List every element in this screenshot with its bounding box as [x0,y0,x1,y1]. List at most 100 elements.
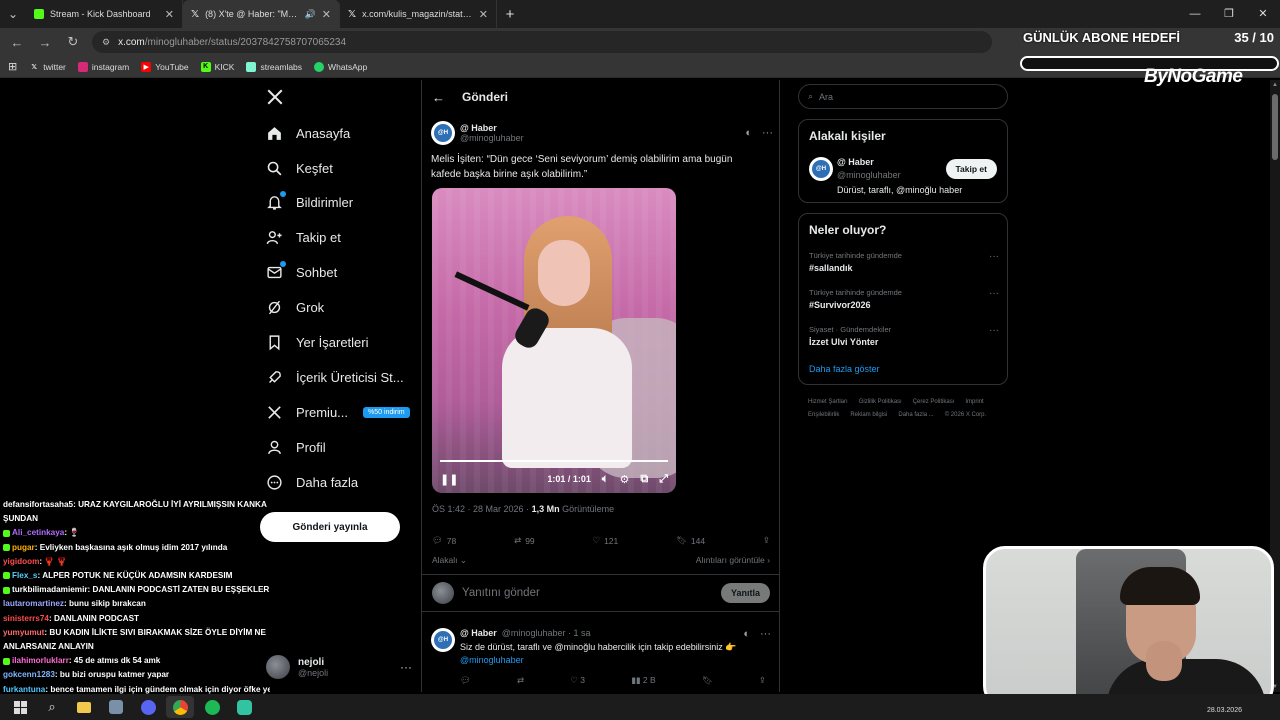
sort-dropdown[interactable]: Alakalı ⌄ [432,555,467,566]
browser-tab-x[interactable]: 𝕏 x.com/kulis_magazin/status/20 ✕ [340,0,497,28]
more-horizontal-icon[interactable]: ··· [989,325,999,336]
bookmark-whatsapp[interactable]: WhatsApp [314,61,367,72]
spotify-icon[interactable] [198,696,226,718]
settings-icon[interactable]: ⚙ [619,473,629,486]
nav-chat[interactable]: Sohbet [266,260,337,283]
close-icon[interactable]: ✕ [322,8,331,21]
nav-profile[interactable]: Profil [266,436,326,458]
site-info-icon[interactable]: ⚙ [102,37,110,48]
nav-follow[interactable]: Takip et [266,226,341,248]
trend-item[interactable]: Türkiye tarihinde gündemde #Survivor2026… [809,288,999,310]
footer-link[interactable]: Erişilebilirlik [808,409,839,422]
grok-icon[interactable]: ◐ [743,628,750,640]
close-icon[interactable]: ✕ [479,8,488,21]
nav-bookmarks[interactable]: Yer İşaretleri [266,331,369,353]
app-icon[interactable] [102,696,130,718]
back-icon[interactable]: ← [8,35,26,50]
more-horizontal-icon[interactable]: ··· [760,628,771,640]
footer-link[interactable]: Çerez Politikası [913,396,955,409]
url-input[interactable]: ⚙ x.com/minogluhaber/status/203784275870… [92,31,992,53]
bookmark-instagram[interactable]: instagram [77,61,129,72]
scrollbar-thumb[interactable] [1272,94,1278,160]
back-arrow-icon[interactable]: ← [432,90,445,105]
volume-icon[interactable]: 🔈︎ [602,473,609,486]
author-name[interactable]: @ Haber [460,123,524,133]
tweet-timestamp[interactable]: ÖS 1:42 · 28 Mar 2026 · [432,504,529,514]
avatar[interactable]: @H [809,157,833,181]
tab-search-icon[interactable]: ⌄ [0,0,26,28]
forward-icon[interactable]: → [36,35,54,50]
footer-link[interactable]: Gizlilik Politikası [859,396,902,409]
bookmark-youtube[interactable]: ▶ YouTube [141,61,189,72]
bookmark-twitter[interactable]: 𝕏twitter [29,62,66,72]
new-tab-icon[interactable]: + [497,6,523,23]
close-icon[interactable]: ✕ [165,8,174,21]
nav-more[interactable]: Daha fazla [266,471,358,493]
nav-grok[interactable]: Grok [266,296,324,318]
streamlabs-icon[interactable] [230,696,258,718]
bookmark-kick[interactable]: K KICK [200,61,234,72]
bookmark-icon[interactable]: 🔖︎ [702,675,713,686]
minimize-icon[interactable]: — [1178,0,1212,28]
x-logo-icon[interactable] [266,88,284,106]
footer-link[interactable]: Reklam bilgisi [850,409,887,422]
nav-creator-studio[interactable]: İçerik Üreticisi St... [266,366,404,388]
more-horizontal-icon[interactable]: ··· [762,127,773,139]
avatar[interactable]: @H [431,628,455,652]
windows-start-icon[interactable] [6,696,34,718]
more-horizontal-icon[interactable]: ··· [989,288,999,299]
reply-button[interactable]: 💬︎ 78 [432,535,456,546]
person-name[interactable]: @ Haber [837,157,874,167]
discord-icon[interactable] [134,696,162,718]
pause-icon[interactable]: ❚❚ [440,473,458,486]
browser-tab-x-active[interactable]: 𝕏 (8) X'te @ Haber: "Melis İşiten 🔊 ✕ [183,0,340,28]
close-window-icon[interactable]: ✕ [1246,0,1280,28]
fullscreen-icon[interactable]: ⤢ [659,473,668,486]
video-progress-bar[interactable] [440,460,668,462]
like-button[interactable]: ♡ 121 [592,535,618,546]
more-horizontal-icon[interactable]: ··· [989,251,999,262]
maximize-icon[interactable]: ❐ [1212,0,1246,28]
apps-grid-icon[interactable]: ⊞ [8,60,17,73]
file-explorer-icon[interactable] [70,696,98,718]
search-input[interactable]: ⌕ Ara [798,84,1008,109]
browser-tab-kick[interactable]: Stream - Kick Dashboard ✕ [26,0,183,28]
reload-icon[interactable]: ↻ [64,34,82,50]
mention-link[interactable]: @minogluhaber [460,655,524,665]
video-player[interactable]: ❚❚ 1:01 / 1:01 🔈︎ ⚙ ⧉ ⤢ [432,188,676,493]
nav-premium[interactable]: Premiu... %50 indirim [266,401,410,423]
author-handle[interactable]: @minogluhaber [460,133,524,143]
views-button[interactable]: ▮▮ 2 B [631,675,655,686]
scroll-up-icon[interactable]: ▲ [1271,82,1279,88]
trend-item[interactable]: Türkiye tarihinde gündemde #sallandık ··… [809,251,999,273]
reply-tweet[interactable]: @H @ Haber @minogluhaber · 1 sa ◐ ··· Si… [431,628,773,665]
view-quotes-link[interactable]: Alıntıları görüntüle › [696,555,770,566]
reply-submit-button[interactable]: Yanıtla [720,583,770,603]
show-more-link[interactable]: Daha fazla göster [809,364,880,374]
footer-link[interactable]: Hizmet Şartları [808,396,848,409]
follow-button[interactable]: Takip et [945,159,997,179]
more-horizontal-icon[interactable]: ··· [400,660,412,674]
reply-input[interactable]: Yanıtını gönder [462,587,540,599]
chrome-icon[interactable] [166,696,194,718]
account-switcher[interactable]: nejoli @nejoli ··· [266,652,412,682]
grok-icon[interactable]: ◐ [745,127,752,139]
footer-link[interactable]: Imprint [965,396,983,409]
nav-home[interactable]: Anasayfa [266,122,350,144]
reply-icon[interactable]: 💬︎ [460,675,471,686]
trend-item[interactable]: Siyaset · Gündemdekiler İzzet Ulvi Yönte… [809,325,999,347]
like-button[interactable]: ♡ 3 [570,675,585,686]
nav-notifications[interactable]: Bildirimler [266,190,353,213]
share-icon[interactable]: ⇪ [759,675,766,686]
footer-link[interactable]: Daha fazla ... [898,409,933,422]
search-icon[interactable]: ⌕ [38,696,66,718]
share-button[interactable]: ⇪ [763,535,770,546]
speaker-icon[interactable]: 🔊 [305,9,316,20]
retweet-icon[interactable]: ⇄ [517,675,524,686]
person-handle[interactable]: @minogluhaber [837,170,901,180]
nav-explore[interactable]: Keşfet [266,157,333,179]
post-button[interactable]: Gönderi yayınla [260,512,400,542]
retweet-button[interactable]: ⇄ 99 [514,535,535,546]
avatar[interactable]: @H [431,121,455,145]
bookmark-button[interactable]: 🔖︎ 144 [676,535,705,546]
